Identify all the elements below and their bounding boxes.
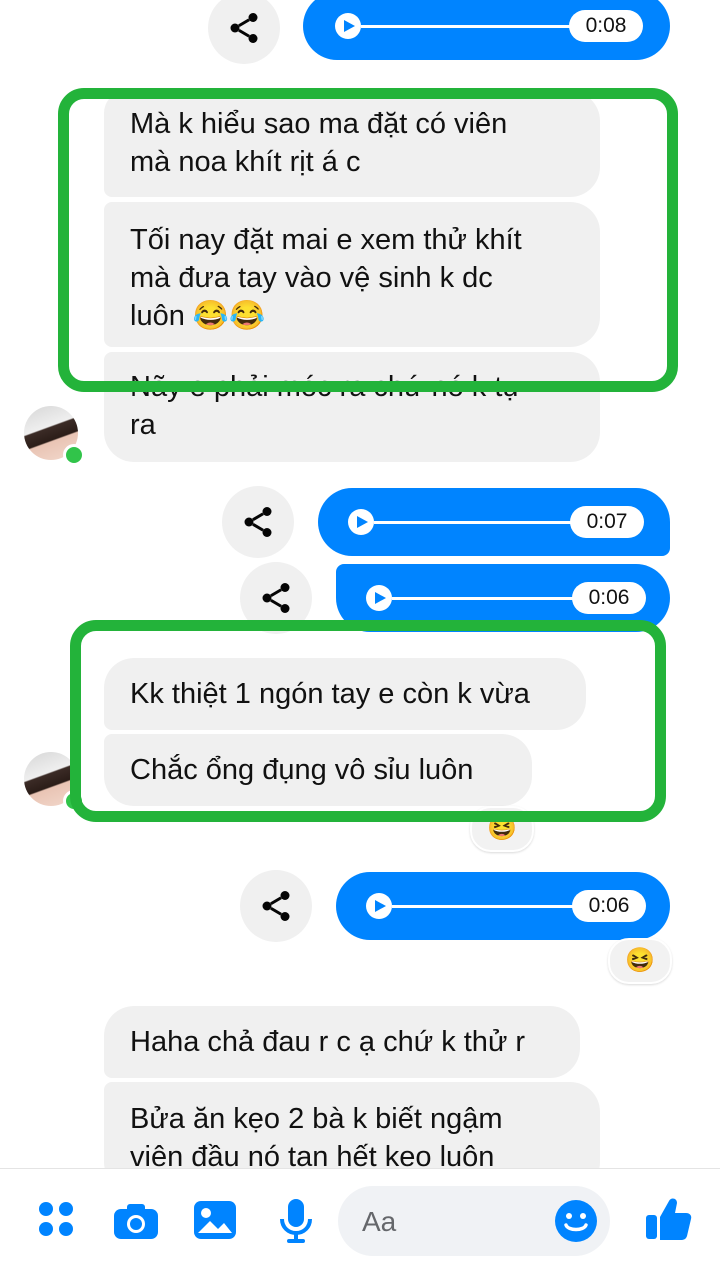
voice-duration: 0:07	[570, 506, 644, 538]
emoji-icon[interactable]	[554, 1199, 598, 1248]
online-status-dot	[63, 444, 85, 466]
incoming-message[interactable]: Haha chả đau r c ạ chứ k thử r	[104, 1006, 580, 1078]
voice-duration: 0:06	[572, 890, 646, 922]
microphone-icon[interactable]	[278, 1197, 314, 1250]
play-icon[interactable]	[366, 585, 392, 611]
audio-track[interactable]	[374, 521, 574, 524]
share-icon	[262, 891, 290, 921]
message-reaction[interactable]: 😆	[608, 938, 672, 984]
voice-message[interactable]: 0:07	[318, 488, 670, 556]
audio-track[interactable]	[392, 905, 582, 908]
play-icon[interactable]	[335, 13, 361, 39]
voice-message[interactable]: 0:08	[303, 0, 670, 60]
like-icon[interactable]	[644, 1195, 692, 1246]
share-button[interactable]	[208, 0, 280, 64]
audio-track[interactable]	[392, 597, 582, 600]
share-icon	[244, 507, 272, 537]
share-icon	[262, 583, 290, 613]
menu-icon[interactable]	[36, 1199, 76, 1244]
highlight-frame	[70, 620, 666, 822]
message-input-container[interactable]	[338, 1186, 610, 1256]
play-icon[interactable]	[366, 893, 392, 919]
camera-icon[interactable]	[112, 1201, 160, 1246]
share-button[interactable]	[240, 870, 312, 942]
share-button[interactable]	[222, 486, 294, 558]
incoming-message[interactable]: Bửa ăn kẹo 2 bà k biết ngậm viên đầu nó …	[104, 1082, 600, 1168]
composer-toolbar	[0, 1168, 720, 1268]
voice-duration: 0:06	[572, 582, 646, 614]
share-icon	[230, 13, 258, 43]
message-input[interactable]	[360, 1200, 534, 1244]
image-icon[interactable]	[192, 1199, 238, 1246]
highlight-frame	[58, 88, 678, 392]
voice-message[interactable]: 0:06	[336, 872, 670, 940]
voice-duration: 0:08	[569, 10, 643, 42]
audio-track[interactable]	[361, 25, 575, 28]
chat-thread[interactable]: 0:08 Mà k hiểu sao ma đặt có viên mà noa…	[0, 0, 720, 1168]
play-icon[interactable]	[348, 509, 374, 535]
